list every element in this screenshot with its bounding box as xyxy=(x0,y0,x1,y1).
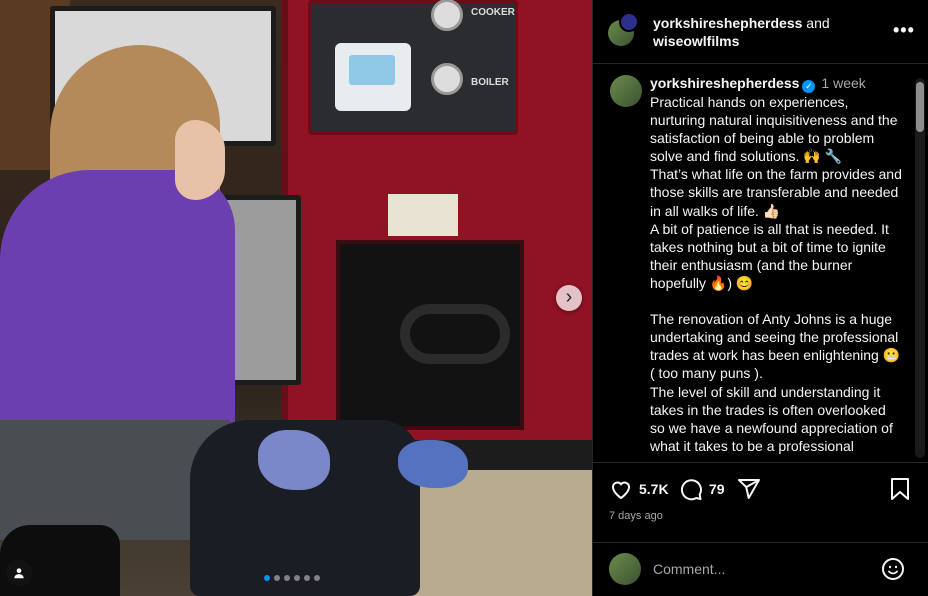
collaborator-avatar[interactable] xyxy=(619,12,639,32)
emoji-button[interactable] xyxy=(881,557,905,581)
more-icon[interactable]: ••• xyxy=(893,20,915,41)
carousel-dot xyxy=(304,575,310,581)
tag-user-icon xyxy=(14,568,24,579)
comment-count[interactable]: 79 xyxy=(709,481,725,497)
cooker-label: COOKER xyxy=(471,7,515,18)
boiler-label: BOILER xyxy=(471,77,509,88)
comment-input[interactable] xyxy=(653,558,873,580)
save-button[interactable] xyxy=(889,477,911,501)
caption-time[interactable]: 1 week xyxy=(821,75,865,91)
carousel-dot xyxy=(264,575,270,581)
caption-header: yorkshireshepherdess ✓ 1 week xyxy=(650,75,866,93)
carousel-dot xyxy=(284,575,290,581)
like-count[interactable]: 5.7K xyxy=(639,481,669,497)
post-media[interactable]: COOKER BOILER › xyxy=(0,0,592,596)
verified-icon: ✓ xyxy=(802,80,816,93)
carousel-dot xyxy=(314,575,320,581)
scrollbar-thumb[interactable] xyxy=(916,82,924,132)
stove-sticker xyxy=(388,194,458,236)
carousel-dot xyxy=(294,575,300,581)
next-image-button[interactable]: › xyxy=(556,285,582,311)
thermostat xyxy=(335,43,411,111)
comment-icon xyxy=(680,479,702,501)
tagged-users-button[interactable] xyxy=(6,560,32,586)
caption-scrollbar[interactable] xyxy=(915,78,925,458)
cooker-knob xyxy=(431,0,463,31)
like-button[interactable]: 5.7K xyxy=(609,477,669,501)
share-button[interactable] xyxy=(737,477,761,501)
caption-username[interactable]: yorkshireshepherdess xyxy=(650,75,799,91)
boiler-knob xyxy=(431,63,463,95)
post-authors: yorkshireshepherdess and wiseowlfilms xyxy=(653,14,893,50)
post-header: yorkshireshepherdess and wiseowlfilms ••… xyxy=(593,0,928,64)
caption-section[interactable]: yorkshireshepherdess ✓ 1 week Practical ha… xyxy=(593,65,928,461)
girl-face xyxy=(175,120,225,200)
emoji-icon xyxy=(882,558,904,580)
add-comment-bar xyxy=(593,542,928,596)
current-user-avatar xyxy=(609,553,641,585)
control-panel: COOKER BOILER xyxy=(308,0,518,135)
post-date[interactable]: 7 days ago xyxy=(609,510,663,522)
collaborator-link[interactable]: wiseowlfilms xyxy=(653,33,739,49)
bookmark-icon xyxy=(891,478,909,500)
share-icon xyxy=(738,479,760,499)
carousel-dot xyxy=(274,575,280,581)
comment-button[interactable]: 79 xyxy=(679,477,725,501)
author-link[interactable]: yorkshireshepherdess xyxy=(653,15,802,31)
chevron-right-icon: › xyxy=(565,286,573,308)
caption-text: Practical hands on experiences, nurturin… xyxy=(650,94,902,454)
heart-icon xyxy=(611,481,631,500)
burner-compartment xyxy=(336,240,524,430)
post-details-panel: yorkshireshepherdess and wiseowlfilms ••… xyxy=(592,0,928,596)
blue-cloth xyxy=(258,430,330,490)
authors-conjunction: and xyxy=(802,15,830,31)
caption-avatar[interactable] xyxy=(610,75,642,107)
blue-cloth xyxy=(398,440,468,488)
post-actions: 5.7K 79 7 days ago xyxy=(593,462,928,542)
carousel-indicator xyxy=(264,575,320,581)
